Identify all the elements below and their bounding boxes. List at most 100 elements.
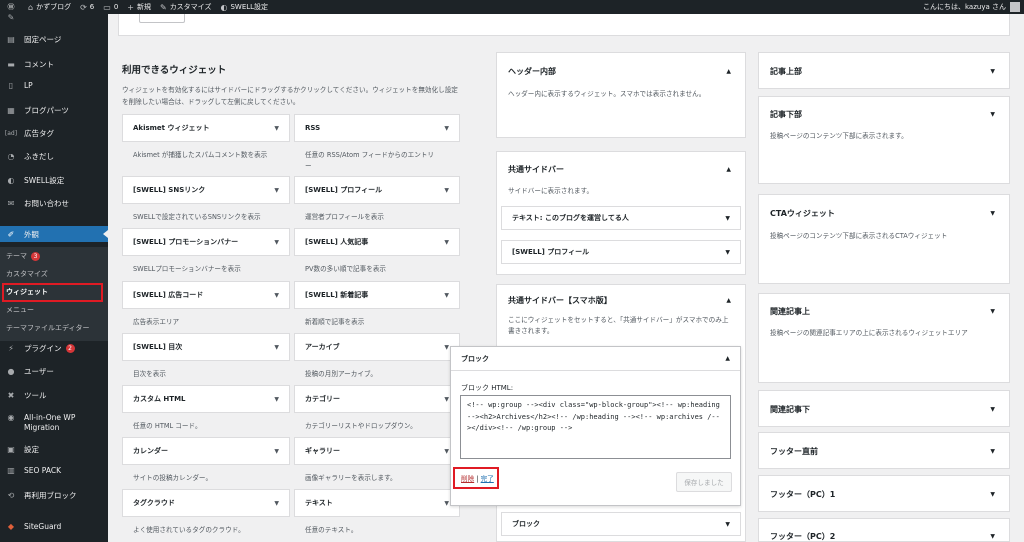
widget-text[interactable]: テキスト ▼ (294, 489, 460, 517)
chevron-down-icon[interactable]: ▼ (274, 448, 279, 455)
document-icon: ▯ (8, 81, 14, 90)
widget-gallery[interactable]: ギャラリー ▼ (294, 437, 460, 465)
account-menu[interactable]: こんにちは、kazuya さん (923, 0, 1020, 14)
chevron-down-icon[interactable]: ▼ (274, 292, 279, 299)
sidebar-item-balloon[interactable]: ◔ ふきだし (0, 151, 108, 162)
comments-link[interactable]: ▭ 0 (103, 3, 118, 12)
submenu-theme-editor[interactable]: テーマファイルエディター (6, 323, 90, 333)
chevron-up-icon[interactable]: ▲ (725, 355, 730, 362)
block-html-textarea[interactable]: <!-- wp:group --><div class="wp-block-gr… (460, 395, 731, 459)
saved-button[interactable]: 保存しました (676, 472, 732, 492)
site-name-link[interactable]: ⌂ かずブログ (28, 2, 71, 12)
sidebar-item-migration[interactable]: ◉ All-in-One WP Migration (0, 413, 100, 433)
area-footer-pc-2[interactable]: フッター（PC）2 ▼ (758, 518, 1010, 542)
widget-gallery-desc: 画像ギャラリーを表示します。 (305, 474, 397, 482)
area-article-top[interactable]: 記事上部 ▼ (758, 52, 1010, 89)
inner-widget-text-author[interactable]: テキスト: このブログを運営してる人 ▼ (501, 206, 741, 230)
sidebar-item-seo-pack[interactable]: ▥ SEO PACK (0, 466, 108, 475)
area-before-footer[interactable]: フッター直前 ▼ (758, 432, 1010, 469)
new-content-link[interactable]: + 新規 (127, 2, 151, 12)
chevron-down-icon[interactable]: ▼ (990, 448, 995, 455)
chevron-down-icon[interactable]: ▼ (725, 521, 730, 528)
chevron-down-icon[interactable]: ▼ (444, 396, 449, 403)
widget-calendar[interactable]: カレンダー ▼ (122, 437, 290, 465)
widget-swell-popular[interactable]: [SWELL] 人気記事 ▼ (294, 228, 460, 256)
sidebar-item-appearance[interactable]: ✐ 外観 (0, 226, 108, 242)
area-footer-pc-1[interactable]: フッター（PC）1 ▼ (758, 475, 1010, 512)
widget-custom-html[interactable]: カスタム HTML ▼ (122, 385, 290, 413)
widget-swell-promo-banner[interactable]: [SWELL] プロモーションバナー ▼ (122, 228, 290, 256)
chevron-down-icon[interactable]: ▼ (444, 448, 449, 455)
widget-rss[interactable]: RSS ▼ (294, 114, 460, 142)
chevron-up-icon[interactable]: ▲ (726, 297, 731, 304)
chevron-down-icon[interactable]: ▼ (444, 187, 449, 194)
widget-akismet[interactable]: Akismet ウィジェット ▼ (122, 114, 290, 142)
comment-icon: ▭ (103, 2, 111, 12)
chevron-down-icon[interactable]: ▼ (274, 239, 279, 246)
block-html-label: ブロック HTML: (461, 384, 514, 392)
sidebar-item-swell-settings[interactable]: ◐ SWELL設定 (0, 175, 108, 186)
chevron-down-icon[interactable]: ▼ (274, 125, 279, 132)
sidebar-item-users[interactable]: ● ユーザー (0, 366, 108, 377)
chevron-down-icon[interactable]: ▼ (990, 308, 995, 315)
chevron-down-icon[interactable]: ▼ (990, 491, 995, 498)
sidebar-item-settings[interactable]: ▣ 設定 (0, 444, 108, 455)
area-common-sidebar-head[interactable]: 共通サイドバー ▲ (497, 152, 745, 186)
area-header-inner-head[interactable]: ヘッダー内部 ▲ (497, 53, 745, 89)
area-related-top[interactable]: 関連記事上 ▼ 投稿ページの関連記事エリアの上に表示されるウィジェットエリア (758, 293, 1010, 383)
swell-settings-link[interactable]: ◐ SWELL設定 (220, 2, 268, 12)
chevron-down-icon[interactable]: ▼ (990, 406, 995, 413)
sidebar-item-ad-tags[interactable]: [ad] 広告タグ (0, 128, 108, 139)
chevron-down-icon[interactable]: ▼ (990, 68, 995, 75)
chevron-down-icon[interactable]: ▼ (990, 111, 995, 118)
sidebar-item-tools[interactable]: ✖ ツール (0, 390, 108, 401)
partial-button[interactable] (139, 14, 185, 23)
customize-link[interactable]: ✎ カスタマイズ (160, 2, 212, 12)
wordpress-logo-icon[interactable]: Ⓦ (0, 2, 22, 12)
widget-swell-new-posts[interactable]: [SWELL] 新着記事 ▼ (294, 281, 460, 309)
chevron-down-icon[interactable]: ▼ (274, 187, 279, 194)
widget-archives[interactable]: アーカイブ ▼ (294, 333, 460, 361)
block-widget-head[interactable]: ブロック ▲ (451, 347, 740, 371)
sidebar-item-blog-parts[interactable]: ▦ ブログパーツ (0, 105, 108, 116)
area-article-bottom[interactable]: 記事下部 ▼ 投稿ページのコンテンツ下部に表示されます。 (758, 96, 1010, 184)
widget-tag-cloud[interactable]: タグクラウド ▼ (122, 489, 290, 517)
widget-swell-sns[interactable]: [SWELL] SNSリンク ▼ (122, 176, 290, 204)
sidebar-item-siteguard[interactable]: ◆ SiteGuard (0, 522, 108, 531)
sidebar-item-plugins[interactable]: ⚡ プラグイン 2 (0, 343, 108, 354)
widget-swell-profile[interactable]: [SWELL] プロフィール ▼ (294, 176, 460, 204)
sidebar-item-comments[interactable]: ▬ コメント (0, 59, 108, 70)
chevron-down-icon[interactable]: ▼ (444, 292, 449, 299)
chevron-down-icon[interactable]: ▼ (990, 533, 995, 540)
widget-swell-toc[interactable]: [SWELL] 目次 ▼ (122, 333, 290, 361)
chevron-down-icon[interactable]: ▼ (725, 215, 730, 222)
chevron-down-icon[interactable]: ▼ (274, 344, 279, 351)
area-mobile-sidebar-head[interactable]: 共通サイドバー【スマホ版】 ▲ (497, 285, 745, 315)
chevron-down-icon[interactable]: ▼ (274, 500, 279, 507)
inner-widget-swell-profile[interactable]: [SWELL] プロフィール ▼ (501, 240, 741, 264)
chevron-down-icon[interactable]: ▼ (725, 249, 730, 256)
chevron-down-icon[interactable]: ▼ (444, 344, 449, 351)
chevron-down-icon[interactable]: ▼ (444, 239, 449, 246)
widget-archives-desc: 投稿の月別アーカイブ。 (305, 370, 377, 378)
sidebar-item-reusable-blocks[interactable]: ⟲ 再利用ブロック (0, 490, 108, 501)
inner-widget-block[interactable]: ブロック ▼ (501, 512, 741, 536)
sidebar-item-pages[interactable]: ▤ 固定ページ (0, 34, 108, 45)
chevron-down-icon[interactable]: ▼ (990, 210, 995, 217)
sidebar-item-lp[interactable]: ▯ LP (0, 81, 108, 90)
widget-swell-ad-code[interactable]: [SWELL] 広告コード ▼ (122, 281, 290, 309)
sidebar-item-contact[interactable]: ✉ お問い合わせ (0, 198, 108, 209)
submenu-customize[interactable]: カスタマイズ (6, 269, 48, 279)
updates-link[interactable]: ⟳ 6 (80, 3, 94, 12)
chevron-down-icon[interactable]: ▼ (274, 396, 279, 403)
submenu-themes[interactable]: テーマ 3 (6, 251, 40, 261)
submenu-menus[interactable]: メニュー (6, 305, 34, 315)
widget-categories[interactable]: カテゴリー ▼ (294, 385, 460, 413)
area-cta-widget[interactable]: CTAウィジェット ▼ 投稿ページのコンテンツ下部に表示されるCTAウィジェット (758, 194, 1010, 284)
sidebar-item-partial[interactable]: ✎ (0, 14, 108, 20)
chevron-down-icon[interactable]: ▼ (444, 125, 449, 132)
chevron-down-icon[interactable]: ▼ (444, 500, 449, 507)
area-related-bottom[interactable]: 関連記事下 ▼ (758, 390, 1010, 427)
chevron-up-icon[interactable]: ▲ (726, 166, 731, 173)
chevron-up-icon[interactable]: ▲ (726, 68, 731, 75)
